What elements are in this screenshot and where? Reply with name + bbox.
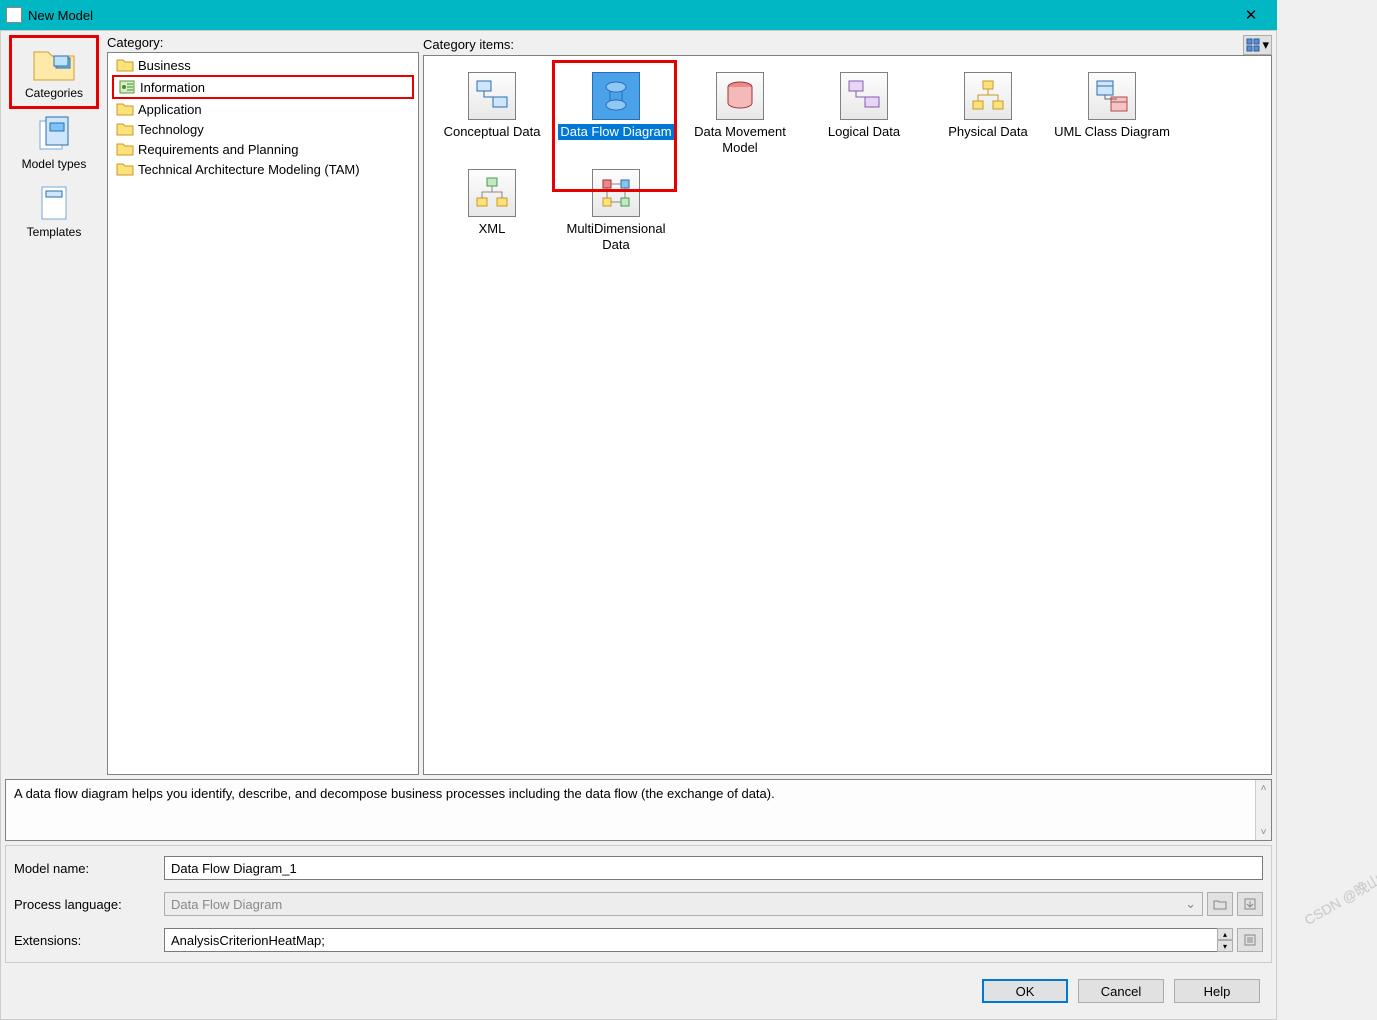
- extensions-spinner[interactable]: ▴ ▾: [1217, 928, 1233, 952]
- nav-categories[interactable]: Categories: [9, 35, 99, 109]
- watermark: CSDN @晚山清: [1301, 863, 1377, 930]
- item-data-movement-model[interactable]: Data Movement Model: [679, 66, 801, 163]
- nav-label: Model types: [22, 157, 87, 171]
- nav-panel: Categories Model types Templates: [5, 35, 103, 775]
- folder-icon: [116, 121, 134, 137]
- xml-icon: [468, 169, 516, 217]
- row-extensions: Extensions: ▴ ▾: [14, 928, 1263, 952]
- grid-icon: [1246, 38, 1260, 52]
- tree-label: Technology: [138, 122, 204, 137]
- category-business[interactable]: Business: [112, 55, 414, 75]
- template-icon: [30, 183, 78, 223]
- nav-templates[interactable]: Templates: [9, 177, 99, 245]
- items-panel: Category items: ▾ Conceptual Data Data: [423, 35, 1272, 775]
- model-name-label: Model name:: [14, 861, 164, 876]
- folder-icon: [116, 101, 134, 117]
- category-panel: Category: Business Information Applicati…: [107, 35, 419, 775]
- tree-label: Application: [138, 102, 202, 117]
- item-data-flow-diagram[interactable]: Data Flow Diagram: [555, 66, 677, 163]
- item-uml-class-diagram[interactable]: UML Class Diagram: [1051, 66, 1173, 163]
- dialog-footer: OK Cancel Help: [5, 967, 1272, 1015]
- row-process-language: Process language: Data Flow Diagram: [14, 892, 1263, 916]
- import-icon: [1243, 897, 1257, 911]
- item-label: UML Class Diagram: [1054, 124, 1170, 140]
- scroll-down-icon[interactable]: ˅: [1256, 824, 1271, 840]
- folder-icon: [116, 141, 134, 157]
- tree-label: Requirements and Planning: [138, 142, 298, 157]
- dialog-content: Categories Model types Templates: [0, 30, 1277, 1020]
- extensions-browse-button[interactable]: [1237, 928, 1263, 952]
- items-grid[interactable]: Conceptual Data Data Flow Diagram Data M…: [423, 55, 1272, 775]
- process-language-label: Process language:: [14, 897, 164, 912]
- extensions-label: Extensions:: [14, 933, 164, 948]
- help-button[interactable]: Help: [1174, 979, 1260, 1003]
- tree-label: Information: [140, 80, 205, 95]
- cancel-button[interactable]: Cancel: [1078, 979, 1164, 1003]
- tree-label: Business: [138, 58, 191, 73]
- item-label: MultiDimensional Data: [557, 221, 675, 254]
- folder-icon: [1213, 897, 1227, 911]
- item-label: Data Flow Diagram: [558, 124, 673, 140]
- category-information[interactable]: Information: [112, 75, 414, 99]
- form-panel: Model name: Process language: Data Flow …: [5, 845, 1272, 963]
- category-application[interactable]: Application: [112, 99, 414, 119]
- list-icon: [1243, 933, 1257, 947]
- item-label: Data Movement Model: [681, 124, 799, 157]
- category-tam[interactable]: Technical Architecture Modeling (TAM): [112, 159, 414, 179]
- spinner-up-icon[interactable]: ▴: [1217, 928, 1233, 940]
- folder-icon: [116, 161, 134, 177]
- database-icon: [716, 72, 764, 120]
- items-label: Category items:: [423, 37, 514, 52]
- import-button[interactable]: [1237, 892, 1263, 916]
- item-multidimensional-data[interactable]: MultiDimensional Data: [555, 163, 677, 260]
- flow-icon: [592, 72, 640, 120]
- items-header: Category items: ▾: [423, 35, 1272, 55]
- top-area: Categories Model types Templates: [5, 35, 1272, 775]
- category-label: Category:: [107, 35, 419, 50]
- item-physical-data[interactable]: Physical Data: [927, 66, 1049, 163]
- description-text: A data flow diagram helps you identify, …: [6, 780, 1255, 840]
- scroll-up-icon[interactable]: ˄: [1256, 780, 1271, 796]
- item-label: Physical Data: [948, 124, 1027, 140]
- app-icon: [6, 7, 22, 23]
- diagram-icon: [468, 72, 516, 120]
- browse-button[interactable]: [1207, 892, 1233, 916]
- item-label: Logical Data: [828, 124, 900, 140]
- item-conceptual-data[interactable]: Conceptual Data: [431, 66, 553, 163]
- nav-label: Templates: [27, 225, 82, 239]
- window-title: New Model: [28, 8, 1231, 23]
- nav-model-types[interactable]: Model types: [9, 109, 99, 177]
- description-box: A data flow diagram helps you identify, …: [5, 779, 1272, 841]
- new-model-dialog: New Model ✕ Categories: [0, 0, 1277, 1020]
- item-xml[interactable]: XML: [431, 163, 553, 260]
- model-name-input[interactable]: [164, 856, 1263, 880]
- titlebar: New Model ✕: [0, 0, 1277, 30]
- close-button[interactable]: ✕: [1231, 0, 1271, 30]
- folder-icon: [30, 44, 78, 84]
- cube-icon: [592, 169, 640, 217]
- tree-icon: [964, 72, 1012, 120]
- nav-label: Categories: [25, 86, 83, 100]
- class-icon: [1088, 72, 1136, 120]
- view-toggle[interactable]: ▾: [1243, 35, 1272, 55]
- row-model-name: Model name:: [14, 856, 1263, 880]
- folder-icon: [116, 57, 134, 73]
- tree-label: Technical Architecture Modeling (TAM): [138, 162, 360, 177]
- extensions-input[interactable]: [164, 928, 1218, 952]
- info-icon: [118, 79, 136, 95]
- scrollbar[interactable]: ˄ ˅: [1255, 780, 1271, 840]
- chevron-down-icon: ▾: [1262, 37, 1269, 53]
- item-label: Conceptual Data: [444, 124, 541, 140]
- item-logical-data[interactable]: Logical Data: [803, 66, 925, 163]
- category-technology[interactable]: Technology: [112, 119, 414, 139]
- category-requirements[interactable]: Requirements and Planning: [112, 139, 414, 159]
- process-language-combo[interactable]: Data Flow Diagram: [164, 892, 1203, 916]
- diagram-icon: [840, 72, 888, 120]
- item-label: XML: [479, 221, 506, 237]
- documents-icon: [30, 115, 78, 155]
- category-tree[interactable]: Business Information Application Technol…: [107, 52, 419, 775]
- spinner-down-icon[interactable]: ▾: [1217, 940, 1233, 952]
- ok-button[interactable]: OK: [982, 979, 1068, 1003]
